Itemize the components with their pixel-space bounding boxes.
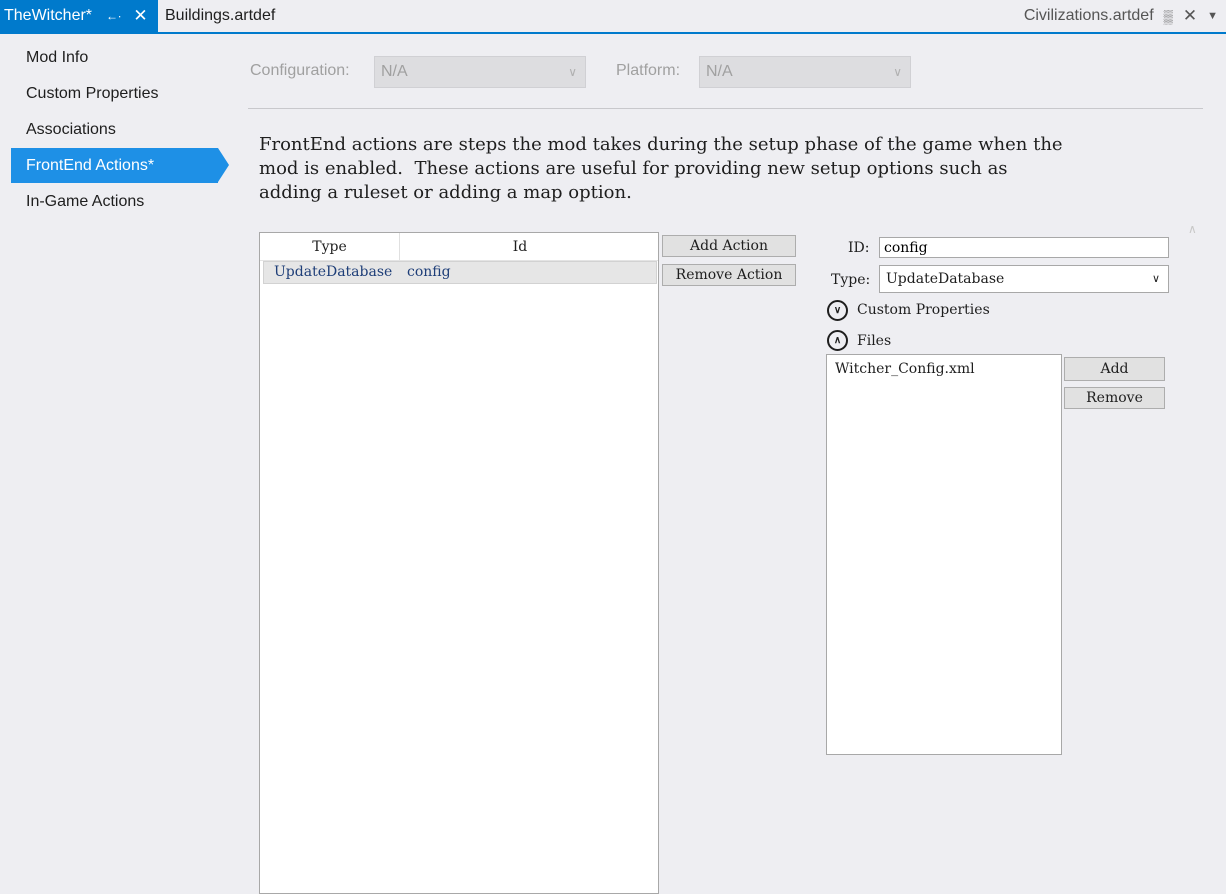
custom-properties-expander-label[interactable]: Custom Properties: [857, 302, 990, 318]
pin-icon[interactable]: ←∙: [106, 9, 121, 23]
list-header: Type Id: [260, 233, 658, 261]
platform-label: Platform:: [616, 62, 681, 79]
chevron-down-icon: ∨: [1151, 272, 1160, 285]
active-indicator-arrow: [218, 148, 229, 182]
tab-buildings-artdef[interactable]: Buildings.artdef: [165, 0, 275, 32]
id-label: ID:: [848, 240, 870, 256]
table-row[interactable]: UpdateDatabase config: [263, 261, 657, 284]
add-action-button[interactable]: Add Action: [662, 235, 796, 257]
list-item[interactable]: Witcher_Config.xml: [835, 361, 975, 377]
row-type: UpdateDatabase: [274, 264, 393, 280]
type-label: Type:: [831, 272, 871, 288]
chevron-up-icon[interactable]: ∧: [827, 330, 848, 351]
pin-icon[interactable]: ▒: [1164, 9, 1173, 24]
tab-label: TheWitcher*: [4, 7, 93, 24]
divider: [248, 108, 1203, 109]
scroll-up-icon[interactable]: ∧: [1188, 222, 1197, 236]
configuration-label: Configuration:: [250, 62, 350, 79]
row-id: config: [407, 264, 451, 280]
platform-select[interactable]: N/A ∨: [699, 56, 911, 88]
tab-civilizations-artdef[interactable]: Civilizations.artdef ▒ ✕ ▼: [1024, 0, 1218, 32]
sidebar-item-mod-info[interactable]: Mod Info: [11, 40, 218, 75]
sidebar-item-in-game-actions[interactable]: In-Game Actions: [11, 184, 218, 219]
id-input[interactable]: [879, 237, 1169, 258]
tab-label: Civilizations.artdef: [1023, 7, 1154, 24]
configuration-select[interactable]: N/A ∨: [374, 56, 586, 88]
add-file-button[interactable]: Add: [1064, 357, 1165, 381]
chevron-down-icon[interactable]: ∨: [827, 300, 848, 321]
dropdown-icon[interactable]: ▼: [1207, 10, 1218, 22]
sidebar-item-associations[interactable]: Associations: [11, 112, 218, 147]
tab-thewitcher[interactable]: TheWitcher* ←∙ ✕: [0, 0, 158, 32]
column-header-id[interactable]: Id: [400, 233, 640, 260]
configuration-value: N/A: [381, 63, 408, 80]
type-select[interactable]: UpdateDatabase ∨: [879, 265, 1169, 293]
actions-list[interactable]: Type Id UpdateDatabase config: [259, 232, 659, 894]
column-header-type[interactable]: Type: [260, 233, 400, 260]
remove-file-button[interactable]: Remove: [1064, 387, 1165, 409]
chevron-down-icon: ∨: [568, 65, 577, 79]
platform-value: N/A: [706, 63, 733, 80]
files-expander-label[interactable]: Files: [857, 333, 891, 349]
files-list[interactable]: Witcher_Config.xml: [826, 354, 1062, 755]
description-text: FrontEnd actions are steps the mod takes…: [259, 134, 1063, 203]
chevron-down-icon: ∨: [893, 65, 902, 79]
sidebar-item-custom-properties[interactable]: Custom Properties: [11, 76, 218, 111]
document-tab-strip: TheWitcher* ←∙ ✕ Buildings.artdef Civili…: [0, 0, 1226, 34]
close-icon[interactable]: ✕: [1183, 6, 1197, 26]
close-icon[interactable]: ✕: [133, 6, 147, 26]
sidebar-item-frontend-actions[interactable]: FrontEnd Actions*: [11, 148, 218, 183]
type-value: UpdateDatabase: [886, 271, 1005, 287]
remove-action-button[interactable]: Remove Action: [662, 264, 796, 286]
tab-label: Buildings.artdef: [165, 7, 276, 24]
